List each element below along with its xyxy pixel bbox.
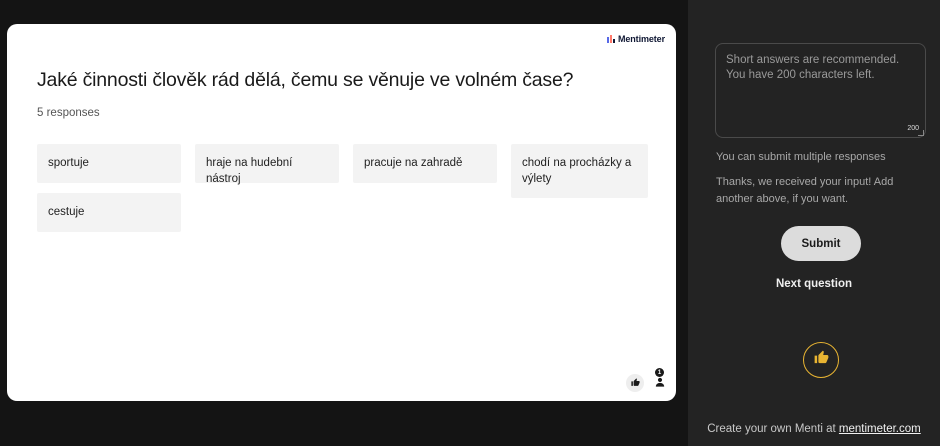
responses-count: 5 responses	[37, 107, 100, 119]
submit-button[interactable]: Submit	[781, 226, 861, 261]
brand-name: Mentimeter	[617, 34, 665, 44]
resize-handle[interactable]	[918, 130, 924, 136]
response-card: cestuje	[37, 193, 181, 232]
response-card: hraje na hudební nástroj	[195, 144, 339, 185]
audience-panel: 200 You can submit multiple responses Th…	[688, 0, 940, 446]
multiple-responses-hint: You can submit multiple responses	[716, 151, 886, 163]
answer-input-box: 200	[715, 43, 926, 138]
question-title: Jaké činnosti člověk rád dělá, čemu se v…	[37, 69, 574, 91]
thumbs-up-icon	[814, 350, 829, 370]
footer: Create your own Menti at mentimeter.com	[688, 423, 940, 435]
mentimeter-logo: Mentimeter	[606, 34, 665, 44]
mentimeter-logo-icon	[606, 35, 615, 43]
response-card: sportuje	[37, 144, 181, 183]
presentation-slide: Mentimeter Jaké činnosti člověk rád dělá…	[7, 24, 676, 401]
answer-input[interactable]	[716, 44, 925, 137]
submission-confirmation: Thanks, we received your input! Add anot…	[716, 176, 894, 205]
participants-count-badge: 1	[655, 368, 664, 377]
response-card: pracuje na zahradě	[353, 144, 497, 183]
thumbs-up-icon	[630, 374, 640, 392]
mentimeter-link[interactable]: mentimeter.com	[839, 423, 921, 435]
reaction-button[interactable]	[803, 342, 839, 378]
responses-grid: sportuje hraje na hudební nástroj pracuj…	[37, 144, 657, 244]
slide-reaction-button[interactable]	[626, 374, 644, 392]
next-question-link[interactable]: Next question	[688, 278, 940, 290]
footer-text: Create your own Menti at	[707, 423, 839, 435]
response-card: chodí na procházky a výlety	[511, 144, 648, 198]
